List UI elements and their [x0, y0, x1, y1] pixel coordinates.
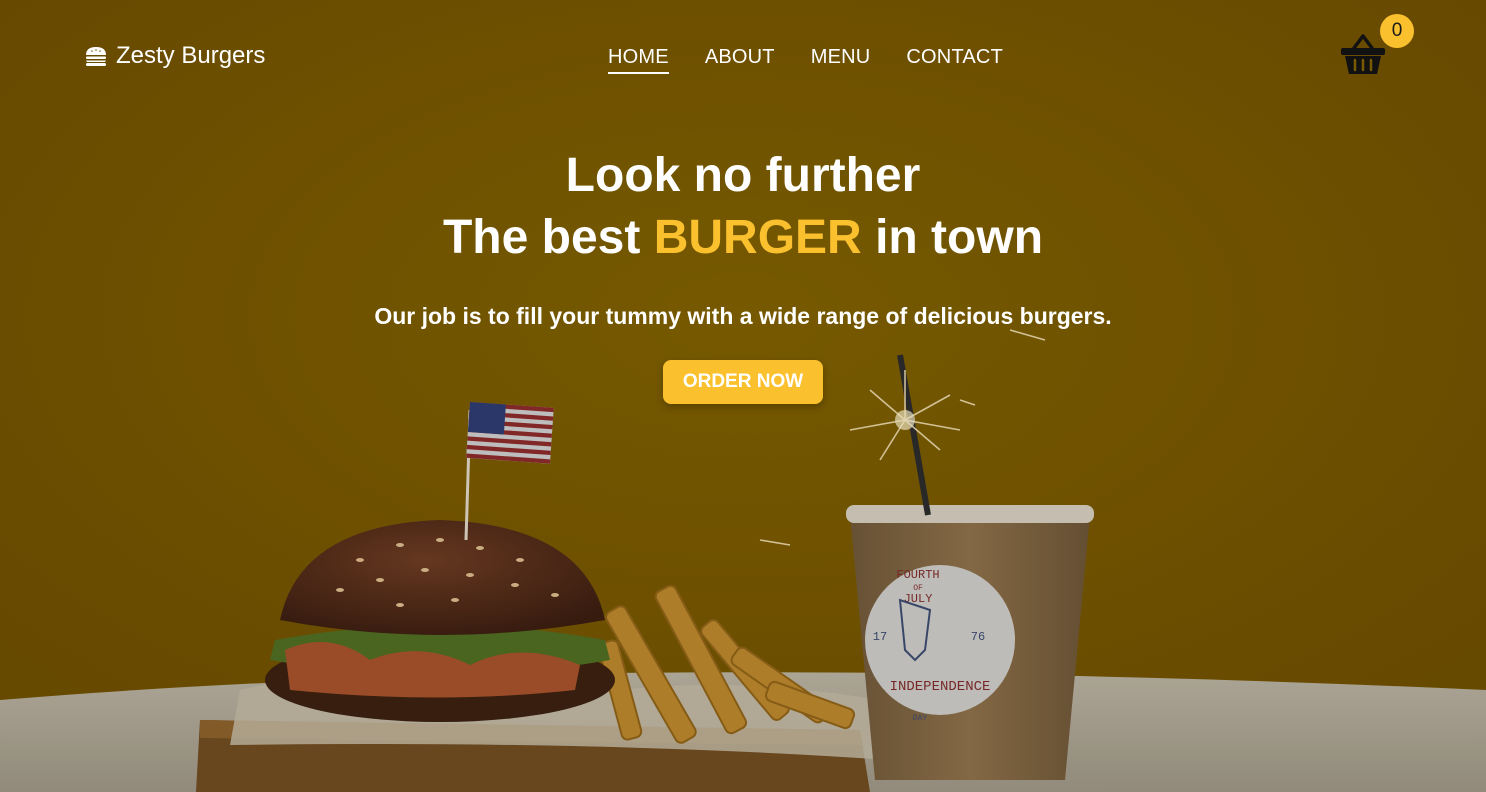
- hero-content: Look no further The best BURGER in town …: [0, 145, 1486, 404]
- nav-item-menu: MENU: [811, 46, 871, 69]
- hero-section: FOURTH OF JULY 17 76 INDEPENDENCE DAY Ze…: [0, 0, 1486, 792]
- nav-item-about: ABOUT: [705, 46, 775, 69]
- brand-logo[interactable]: Zesty Burgers: [84, 42, 265, 70]
- basket-icon: [1341, 34, 1385, 74]
- cart-button[interactable]: 0: [1340, 14, 1420, 80]
- order-now-button[interactable]: ORDER NOW: [662, 360, 824, 404]
- nav-link-contact[interactable]: CONTACT: [906, 46, 1003, 72]
- hero-headline-line2: The best BURGER in town: [0, 207, 1486, 269]
- headline-prefix: The best: [442, 211, 641, 264]
- headline-suffix: in town: [875, 211, 1044, 264]
- nav-item-home: HOME: [608, 46, 669, 74]
- navbar: Zesty Burgers HOME ABOUT MENU CONTACT 0: [0, 0, 1486, 120]
- nav-menu: HOME ABOUT MENU CONTACT: [608, 46, 1003, 74]
- burger-icon: [86, 47, 106, 66]
- nav-item-contact: CONTACT: [906, 46, 1003, 69]
- cart-count-badge: 0: [1380, 14, 1414, 48]
- hero-headline-line1: Look no further: [565, 149, 921, 202]
- headline-accent: BURGER: [653, 211, 862, 264]
- nav-link-about[interactable]: ABOUT: [705, 46, 775, 72]
- nav-link-home[interactable]: HOME: [608, 46, 669, 74]
- nav-link-menu[interactable]: MENU: [811, 46, 871, 72]
- hero-tagline: Our job is to fill your tummy with a wid…: [374, 303, 1112, 329]
- brand-name: Zesty Burgers: [116, 42, 266, 69]
